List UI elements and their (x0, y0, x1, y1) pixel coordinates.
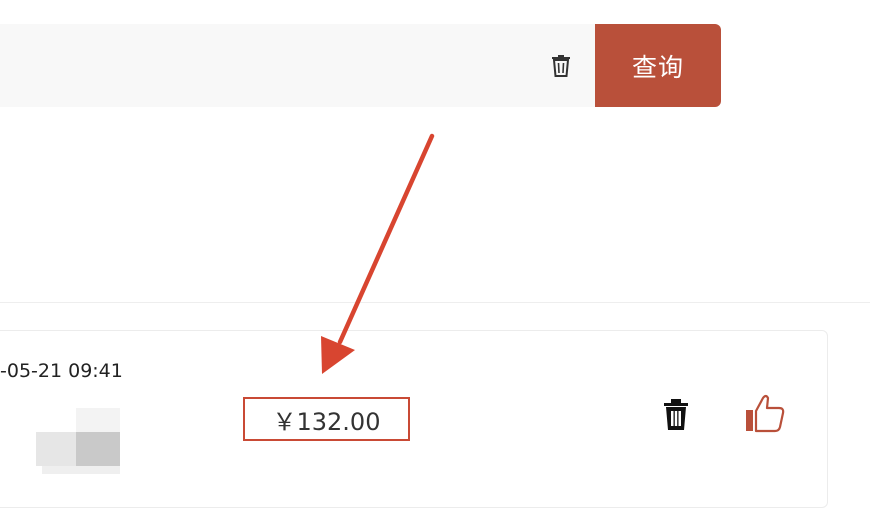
clear-search-icon[interactable] (550, 53, 572, 79)
screen: 查询 -05-21 09:41 ￥132.00 (0, 0, 870, 520)
thumbs-up-icon[interactable] (744, 394, 786, 434)
record-thumbnail (36, 408, 120, 474)
record-card (0, 330, 828, 508)
query-button[interactable]: 查询 (595, 24, 721, 107)
divider (0, 302, 870, 303)
search-input[interactable] (0, 24, 540, 107)
record-timestamp: -05-21 09:41 (0, 360, 123, 382)
price-value: ￥132.00 (272, 407, 381, 436)
record-price: ￥132.00 (243, 397, 410, 441)
delete-record-icon[interactable] (662, 399, 690, 431)
